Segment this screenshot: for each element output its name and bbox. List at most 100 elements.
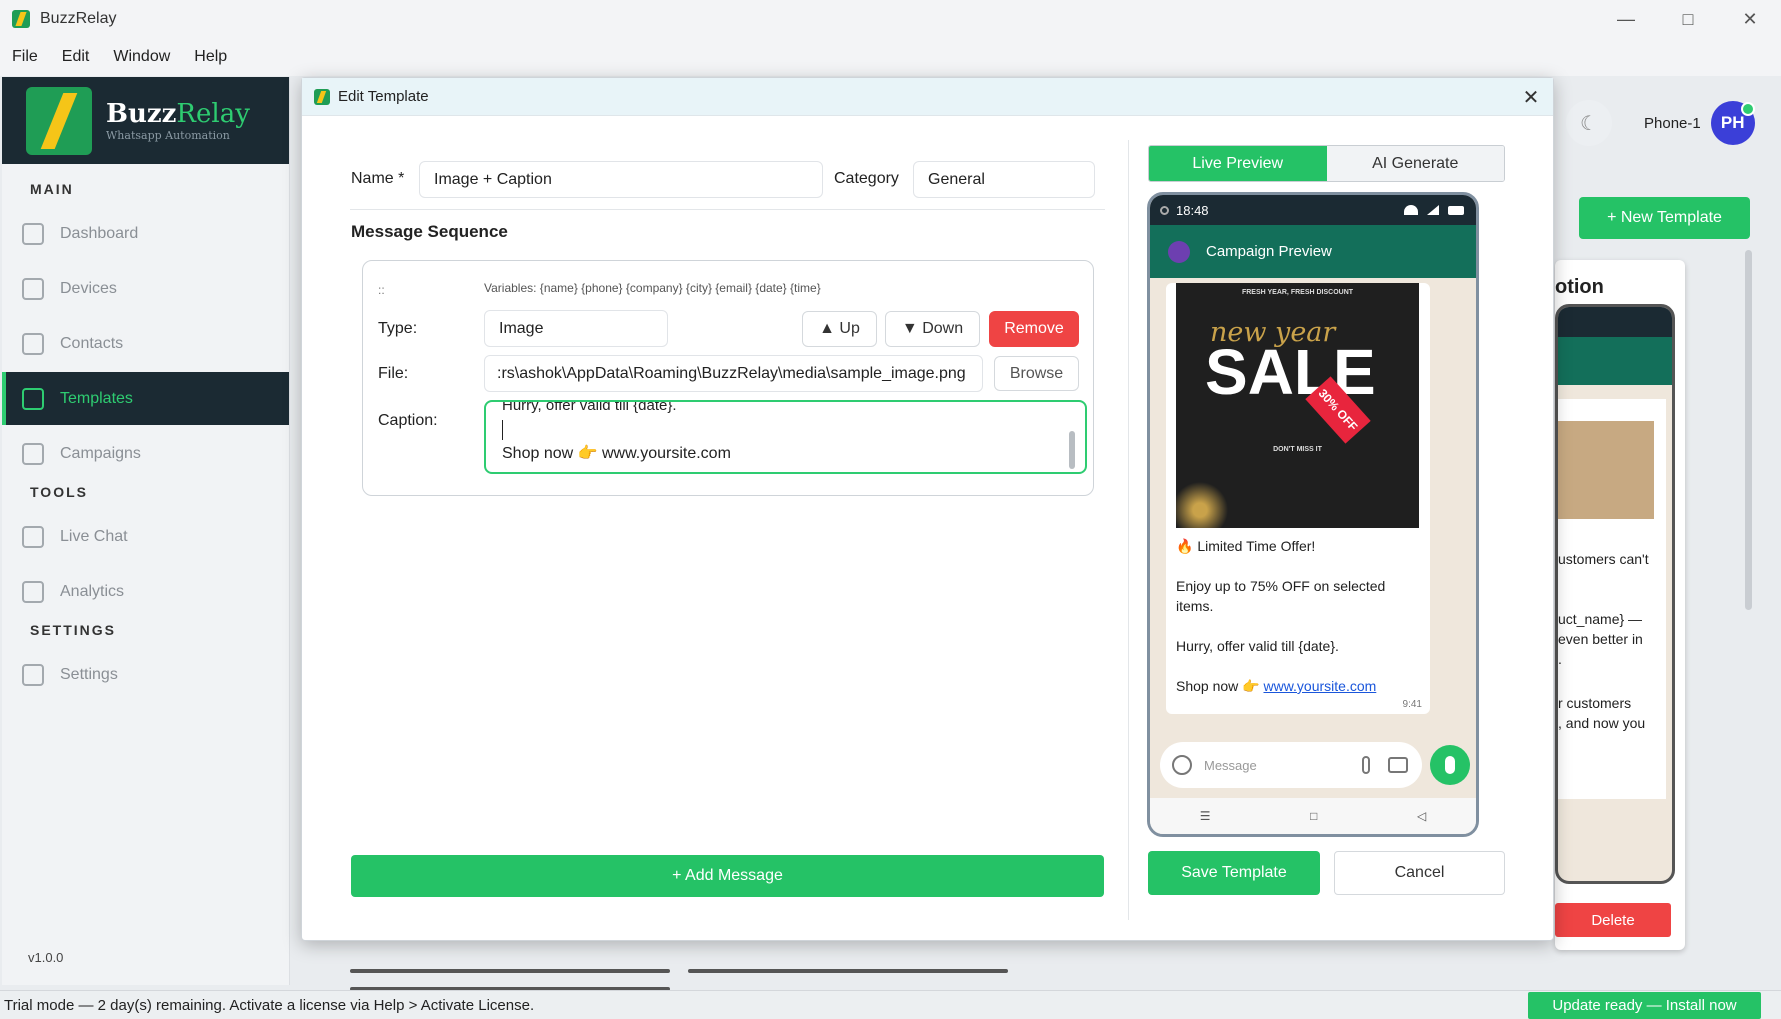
menu-window[interactable]: Window: [113, 48, 170, 66]
image-text: FRESH YEAR, FRESH DISCOUNT: [1241, 289, 1354, 296]
type-select[interactable]: Image: [484, 310, 668, 347]
sidebar-item-templates[interactable]: Templates: [2, 372, 289, 425]
battery-icon: [1448, 205, 1464, 215]
page-scrollbar[interactable]: [1745, 250, 1752, 610]
card-text: .: [1558, 651, 1562, 667]
section-settings: SETTINGS: [30, 622, 117, 638]
card-text: uct_name} —: [1558, 611, 1643, 627]
message-sequence-title: Message Sequence: [351, 222, 508, 241]
caption-scrollbar[interactable]: [1069, 431, 1075, 469]
menu-help[interactable]: Help: [194, 48, 227, 66]
card-text: , and now you: [1558, 715, 1646, 731]
drag-handle-icon[interactable]: ::: [378, 283, 385, 297]
message-time: 9:41: [1402, 699, 1422, 710]
message-input[interactable]: Message: [1204, 758, 1257, 773]
sidebar-item-live-chat[interactable]: Live Chat: [2, 510, 289, 563]
card-title: otion: [1555, 276, 1604, 298]
save-template-button[interactable]: Save Template: [1148, 851, 1320, 895]
divider: [350, 209, 1105, 210]
caption-textarea[interactable]: Hurry, offer valid till {date}. Shop now…: [484, 400, 1087, 474]
mic-icon[interactable]: [1430, 745, 1470, 785]
sidebar-item-label: Devices: [60, 279, 117, 297]
message-bubble: FRESH YEAR, FRESH DISCOUNT new year SALE…: [1166, 283, 1430, 714]
dialog-title: Edit Template: [338, 88, 429, 105]
menu-bar: File Edit Window Help: [0, 38, 1781, 76]
sidebar: BuzzRelay Whatsapp Automation MAIN Dashb…: [2, 77, 290, 985]
message-text: Shop now 👉: [1176, 678, 1264, 694]
new-template-button[interactable]: + New Template: [1579, 197, 1750, 239]
maximize-icon[interactable]: □: [1657, 0, 1719, 38]
name-input[interactable]: Image + Caption: [419, 161, 823, 198]
chat-header: Campaign Preview: [1150, 225, 1476, 278]
menu-edit[interactable]: Edit: [62, 48, 90, 66]
sale-image: FRESH YEAR, FRESH DISCOUNT new year SALE…: [1176, 283, 1419, 528]
move-up-button[interactable]: ▲ Up: [802, 311, 877, 347]
snowflake-decoration: [1176, 468, 1256, 528]
remove-button[interactable]: Remove: [989, 311, 1079, 347]
message-input-bar: Message: [1160, 742, 1422, 788]
close-window-icon[interactable]: ✕: [1719, 0, 1781, 38]
sidebar-item-campaigns[interactable]: Campaigns: [2, 427, 289, 480]
close-icon[interactable]: ✕: [1517, 83, 1545, 111]
sticker-icon[interactable]: [1172, 755, 1192, 775]
brand-header: BuzzRelay Whatsapp Automation: [2, 77, 289, 164]
document-icon: [22, 387, 44, 410]
camera-dot-icon: [1160, 205, 1169, 215]
brand-name: Buzz: [106, 99, 177, 129]
message-line: Enjoy up to 75% OFF on selected items.: [1176, 578, 1386, 614]
tab-live-preview[interactable]: Live Preview: [1149, 146, 1327, 181]
user-icon: [22, 332, 44, 355]
message-link[interactable]: www.yoursite.com: [1263, 678, 1376, 694]
contact-avatar-icon: [1168, 240, 1190, 263]
preview-tabs: Live Preview AI Generate: [1148, 145, 1505, 182]
brand-logo-icon: [26, 86, 92, 155]
menu-nav-icon[interactable]: ☰: [1200, 809, 1211, 823]
top-bar: ☾ Phone-1 PH: [1546, 84, 1781, 162]
file-path-input[interactable]: :rs\ashok\AppData\Roaming\BuzzRelay\medi…: [484, 355, 983, 392]
bar-chart-icon: [22, 580, 44, 603]
message-line: Hurry, offer valid till {date}.: [1176, 638, 1339, 654]
sidebar-item-settings[interactable]: Settings: [2, 648, 289, 701]
grid-icon: [22, 222, 44, 245]
sidebar-item-contacts[interactable]: Contacts: [2, 317, 289, 370]
template-card: otion ustomers can't uct_name} — even be…: [1555, 260, 1685, 950]
phone-label[interactable]: Phone-1: [1644, 115, 1701, 132]
add-message-button[interactable]: + Add Message: [351, 855, 1104, 897]
pane-divider: [1128, 140, 1129, 920]
app-logo-icon: [314, 88, 330, 105]
variables-hint: Variables: {name} {phone} {company} {cit…: [484, 281, 821, 295]
section-main: MAIN: [30, 181, 74, 197]
minimize-icon[interactable]: —: [1595, 0, 1657, 38]
phone-nav-bar: ☰ □ ◁: [1150, 798, 1476, 834]
home-nav-icon[interactable]: □: [1310, 809, 1317, 823]
cancel-button[interactable]: Cancel: [1334, 851, 1505, 895]
category-select[interactable]: General: [913, 161, 1095, 198]
tab-ai-generate[interactable]: AI Generate: [1326, 146, 1504, 181]
moon-icon[interactable]: ☾: [1566, 100, 1612, 146]
signal-icon: [1427, 205, 1439, 215]
title-bar: BuzzRelay — □ ✕: [0, 0, 1781, 38]
caption-label: Caption:: [378, 412, 438, 429]
sidebar-item-label: Contacts: [60, 334, 124, 352]
status-time: 18:48: [1176, 202, 1209, 218]
avatar[interactable]: PH: [1710, 101, 1755, 145]
menu-file[interactable]: File: [12, 48, 38, 66]
sidebar-item-analytics[interactable]: Analytics: [2, 565, 289, 618]
sidebar-item-label: Live Chat: [60, 527, 128, 545]
text-cursor: [502, 420, 503, 440]
sidebar-item-devices[interactable]: Devices: [2, 262, 289, 315]
sidebar-item-label: Campaigns: [60, 444, 141, 462]
card-text: even better in: [1558, 631, 1643, 647]
camera-icon[interactable]: [1388, 757, 1408, 773]
delete-button[interactable]: Delete: [1555, 903, 1671, 937]
card-image: [1558, 421, 1654, 519]
move-down-button[interactable]: ▼ Down: [885, 311, 980, 347]
type-label: Type:: [378, 320, 418, 337]
phone-status-bar: 18:48: [1150, 195, 1476, 225]
back-nav-icon[interactable]: ◁: [1417, 809, 1426, 823]
app-logo-icon: [12, 10, 30, 28]
browse-button[interactable]: Browse: [994, 356, 1079, 391]
update-install-button[interactable]: Update ready — Install now: [1528, 992, 1761, 1019]
attach-icon[interactable]: [1362, 756, 1370, 774]
sidebar-item-dashboard[interactable]: Dashboard: [2, 207, 289, 260]
